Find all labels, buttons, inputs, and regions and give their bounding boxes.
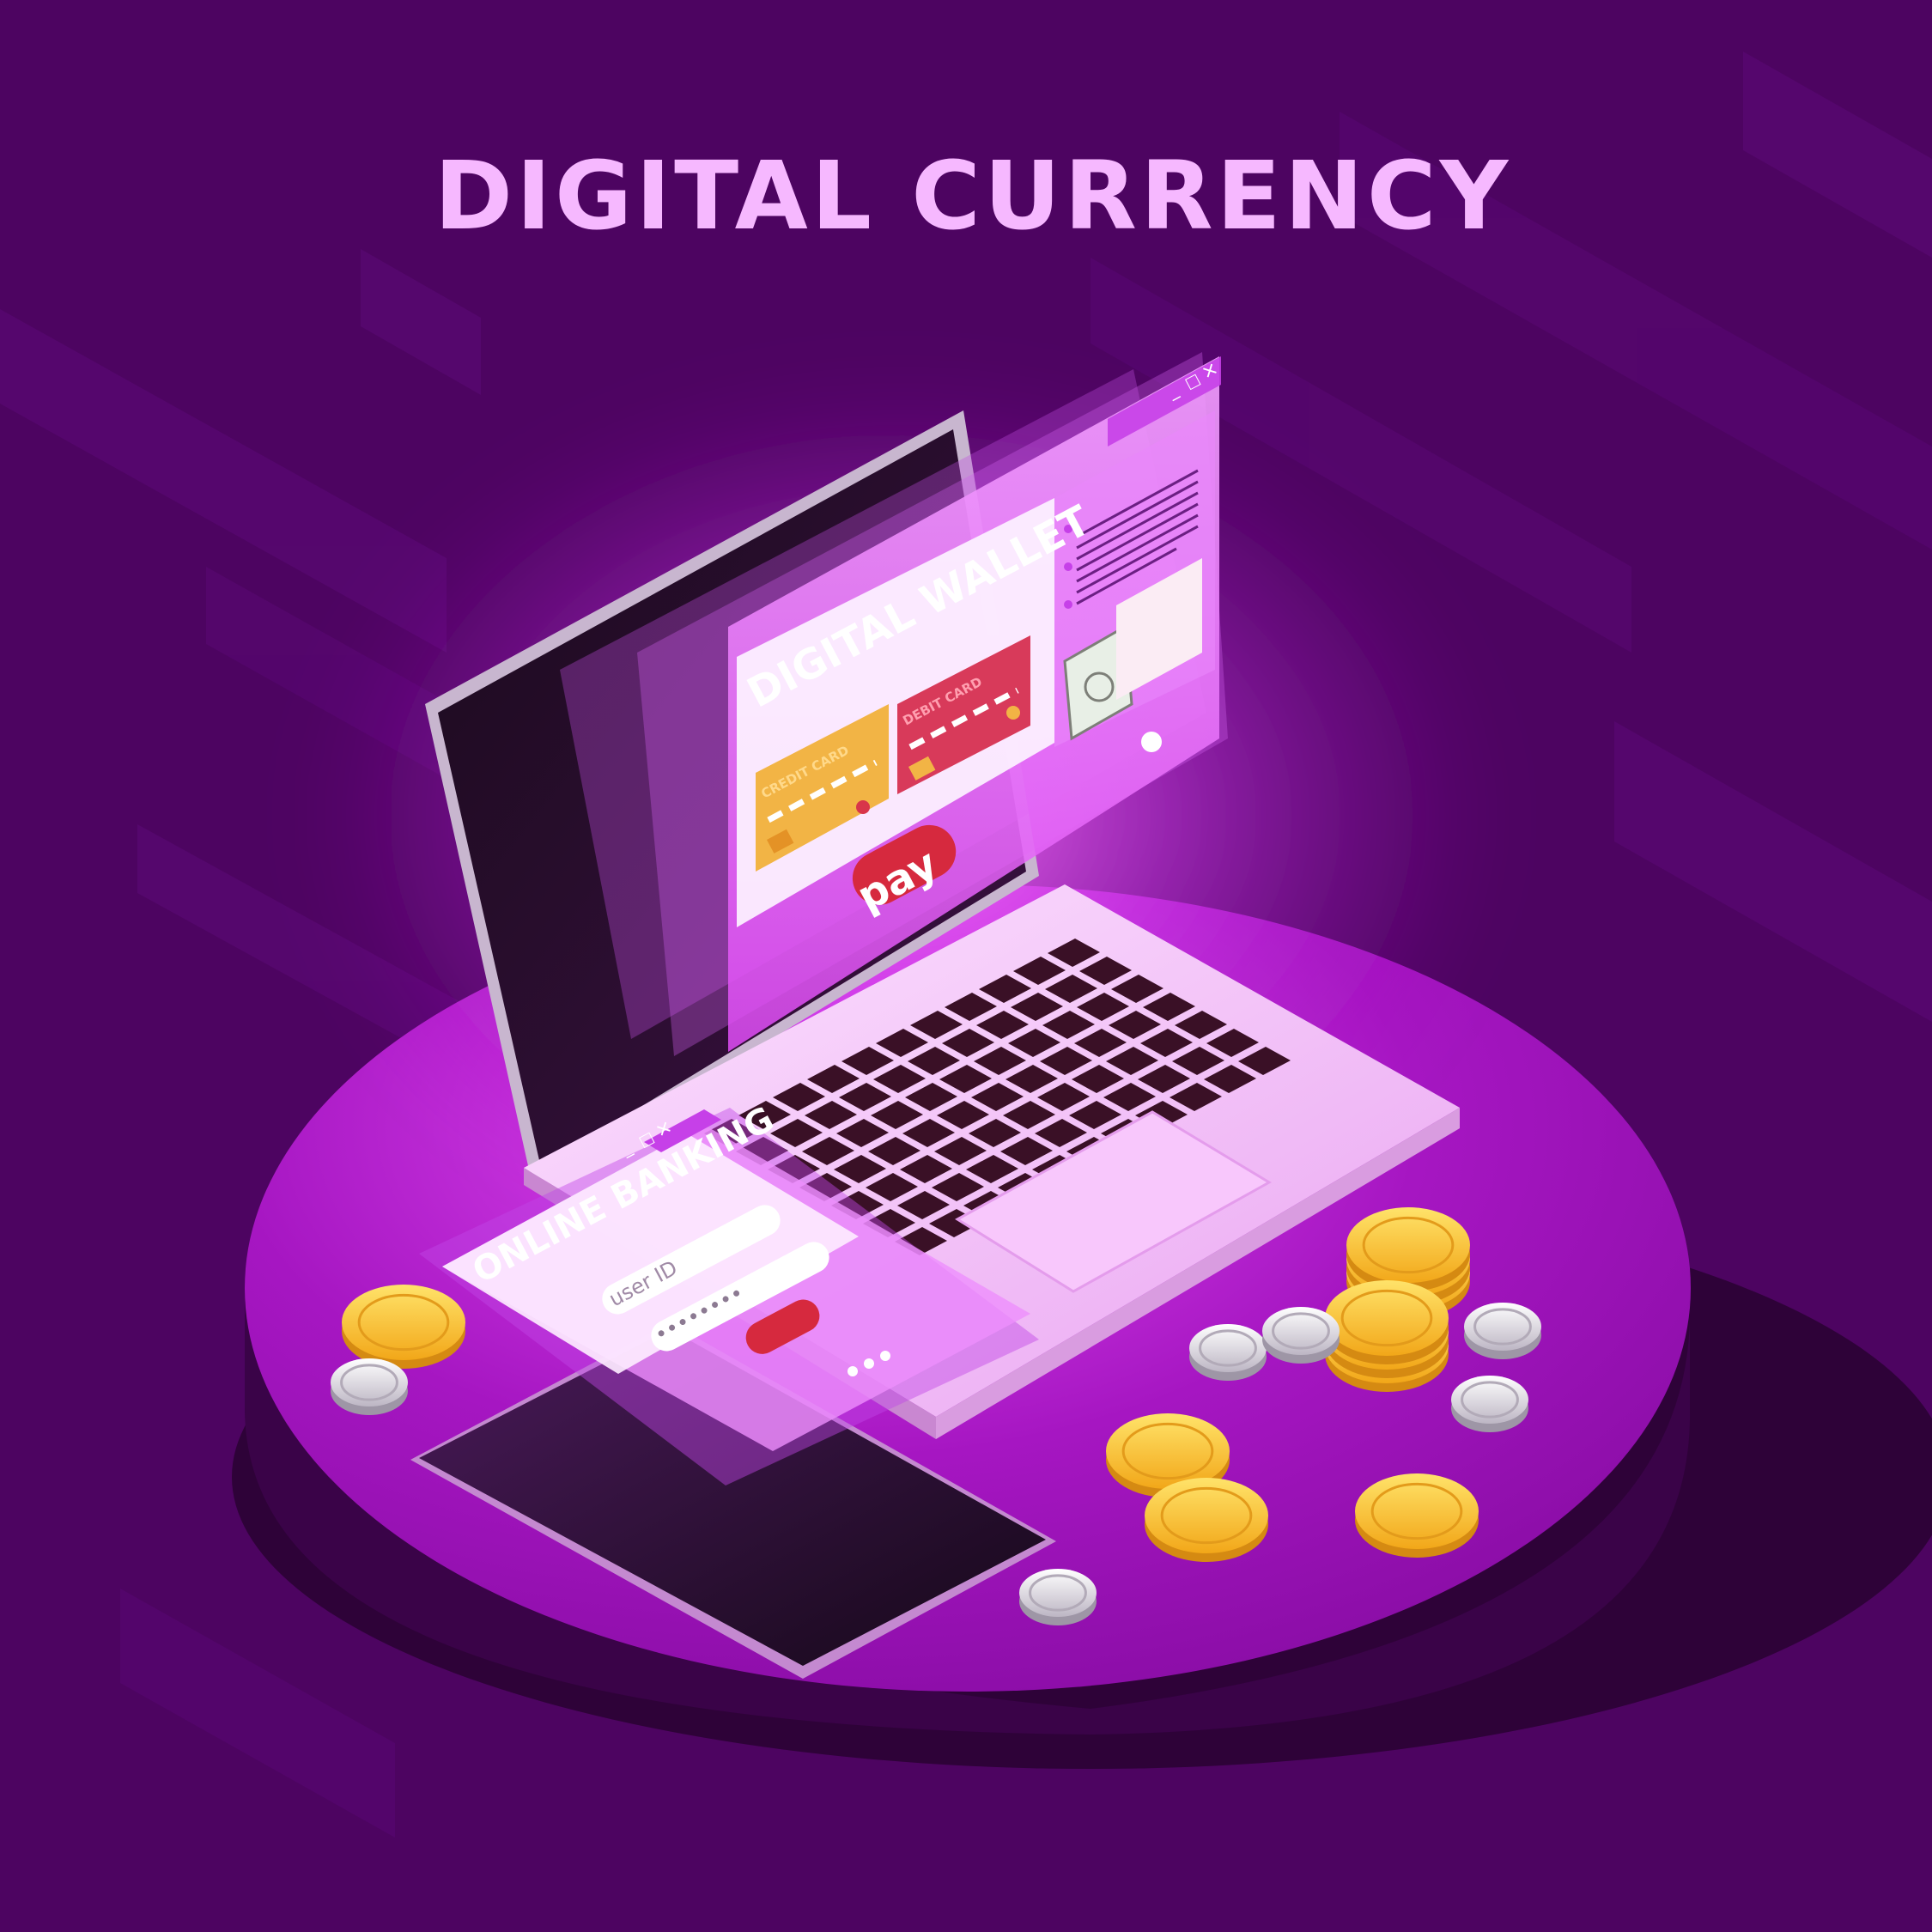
digital-currency-scene: DIGITAL CURRENCY _ □ × DIGITAL WALLET CR… — [0, 52, 1932, 1838]
gold-coin-icon — [1355, 1473, 1479, 1558]
gold-coin-icon — [1325, 1280, 1449, 1392]
page-title: DIGITAL CURRENCY — [434, 141, 1512, 251]
silver-coin-icon — [1019, 1569, 1097, 1625]
silver-coin-icon — [1262, 1307, 1340, 1364]
silver-coin-icon — [1189, 1324, 1267, 1381]
gold-coin-icon — [1145, 1478, 1268, 1562]
silver-coin-icon — [1464, 1303, 1541, 1359]
silver-coin-icon — [331, 1358, 408, 1415]
silver-coin-icon — [1451, 1376, 1528, 1432]
gold-coin-icon — [342, 1285, 465, 1369]
